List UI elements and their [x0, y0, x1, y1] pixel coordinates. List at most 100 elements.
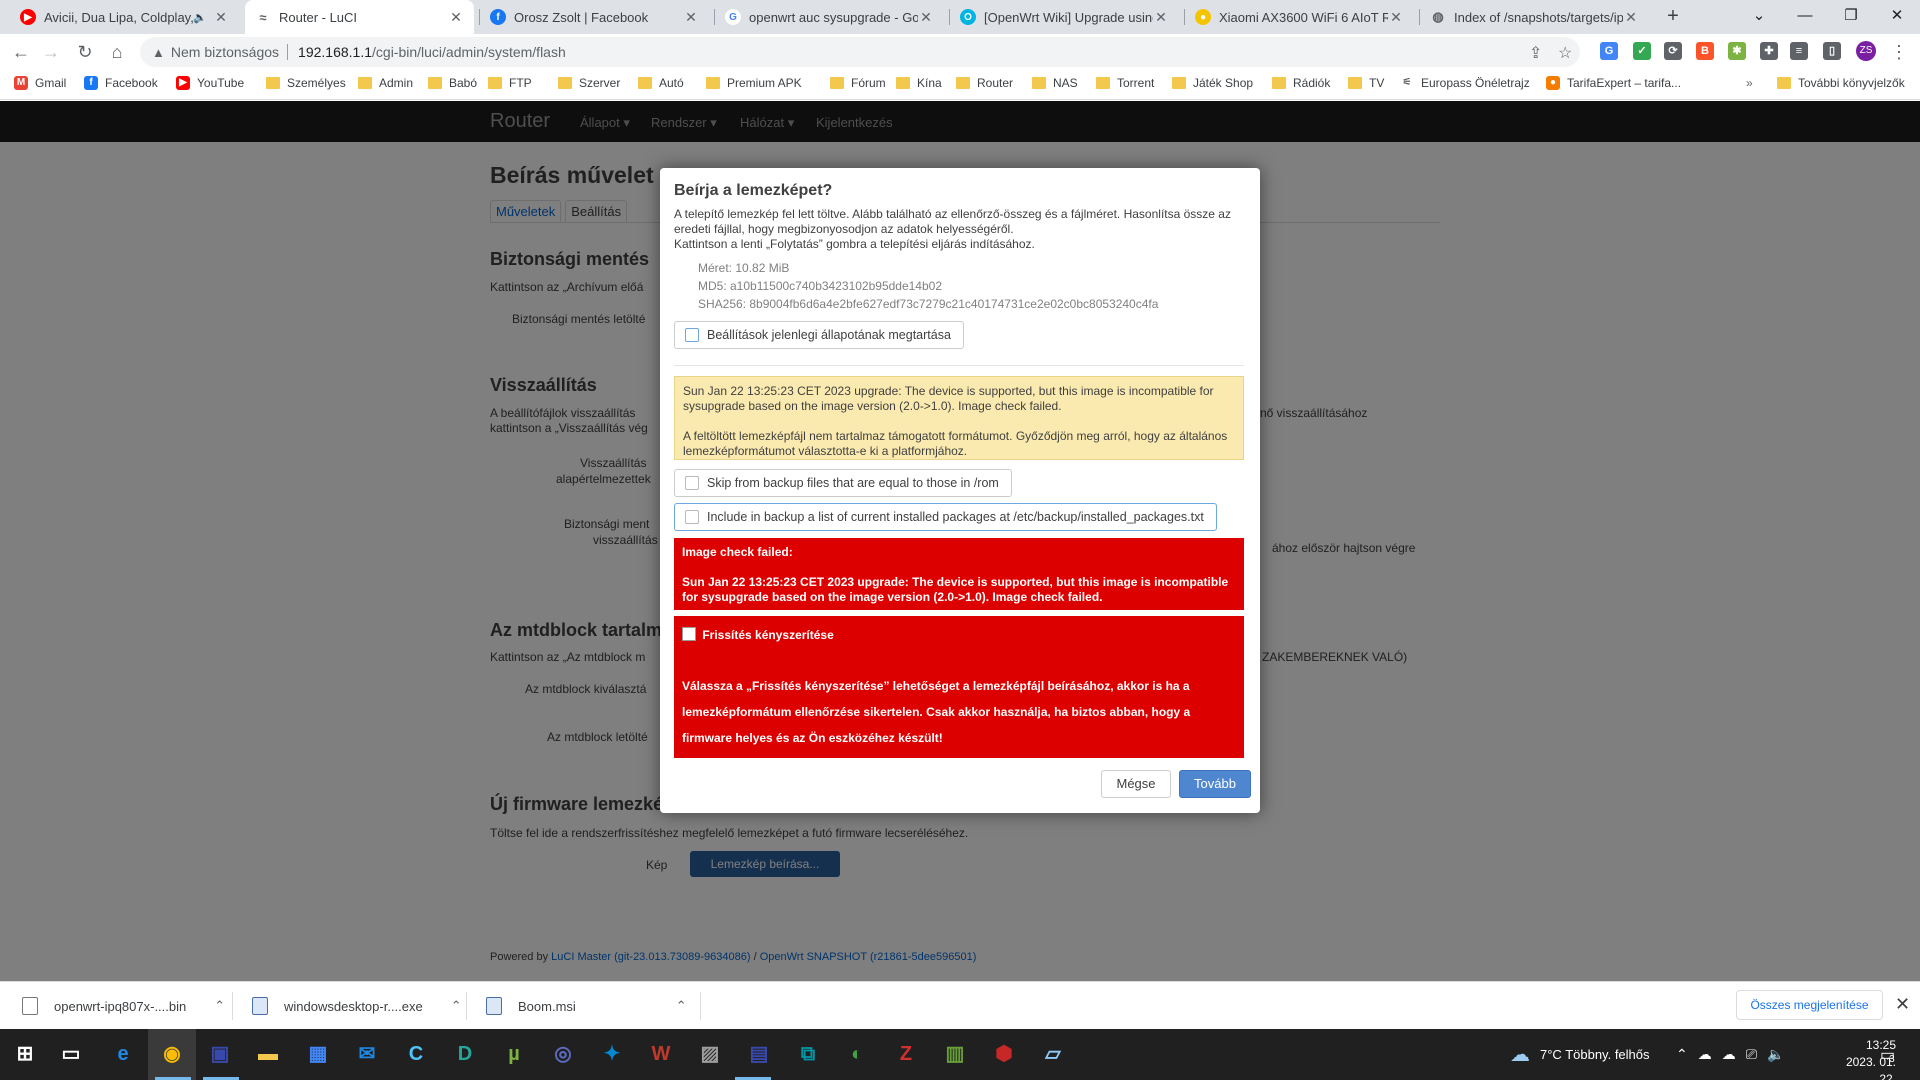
force-upgrade-row[interactable]: Frissítés kényszerítése — [682, 627, 1236, 643]
security-app-icon[interactable]: ⬢ — [991, 1041, 1017, 1067]
address-bar[interactable]: ▲ Nem biztonságos 192.168.1.1/cgi-bin/lu… — [140, 37, 1580, 67]
bookmark-folder[interactable]: Autó — [638, 76, 684, 90]
bookmark-gmail[interactable]: M Gmail — [14, 76, 66, 90]
side-panel-icon[interactable]: ▯ — [1823, 42, 1841, 60]
network-icon[interactable]: ⎚ — [1746, 1046, 1767, 1063]
disk-tool-icon[interactable]: D — [452, 1041, 478, 1067]
force-upgrade-checkbox[interactable] — [682, 627, 696, 641]
bookmark-folder[interactable]: Premium APK — [706, 76, 802, 90]
tab-search-icon[interactable]: ⌄ — [1736, 0, 1782, 34]
translate-extension-icon[interactable]: G — [1600, 42, 1618, 60]
include-packages-box[interactable] — [685, 510, 699, 524]
close-tab-icon[interactable]: ✕ — [1388, 9, 1404, 26]
start-icon[interactable]: ⊞ — [12, 1041, 38, 1067]
bookmark-folder[interactable]: Kína — [896, 76, 942, 90]
other-bookmarks[interactable]: További könyvjelzők — [1777, 76, 1905, 90]
profile-avatar[interactable]: ZS — [1856, 41, 1876, 61]
audio-playing-icon[interactable]: 🔈 — [193, 11, 207, 24]
volume-icon[interactable]: 🔈 — [1767, 1046, 1794, 1063]
bookmark-europass[interactable]: ⚟ Europass Önéletrajz — [1400, 76, 1530, 90]
weather-widget[interactable]: ☁ 7°C Többny. felhős — [1510, 1029, 1650, 1080]
network-tool-icon[interactable]: ✦ — [599, 1041, 625, 1067]
browser-tab[interactable]: Gopenwrt auc sysupgrade - Goog ✕ — [715, 0, 944, 34]
bookmark-folder[interactable]: Babó — [428, 76, 477, 90]
forward-icon[interactable]: → — [38, 40, 64, 66]
cloud-sync-icon[interactable]: ☁ — [1722, 1046, 1746, 1063]
new-tab-button[interactable]: + — [1660, 4, 1686, 30]
bookmark-youtube[interactable]: ▶ YouTube — [176, 76, 244, 90]
close-tab-icon[interactable]: ✕ — [448, 9, 464, 26]
bookmark-folder[interactable]: Fórum — [830, 76, 886, 90]
close-tab-icon[interactable]: ✕ — [213, 9, 229, 26]
onedrive-icon[interactable]: ☁ — [1698, 1046, 1722, 1063]
notepad-icon[interactable]: ▥ — [942, 1041, 968, 1067]
bookmark-folder[interactable]: Admin — [358, 76, 413, 90]
browser-tab[interactable]: ≈ Router - LuCI ✕ — [245, 0, 474, 34]
bookmark-folder[interactable]: Rádiók — [1272, 76, 1330, 90]
browser-2-icon[interactable]: ◐ — [844, 1041, 870, 1067]
skip-backup-checkbox[interactable]: Skip from backup files that are equal to… — [674, 469, 1012, 497]
download-item[interactable]: openwrt-ipq807x-....bin ⌃ — [22, 982, 225, 1030]
vpn-icon[interactable]: ◎ — [550, 1041, 576, 1067]
browser-tab[interactable]: ◍ Index of /snapshots/targets/ipq ✕ — [1420, 0, 1649, 34]
chevron-up-icon[interactable]: ⌃ — [214, 998, 225, 1014]
winrar-icon[interactable]: W — [648, 1041, 674, 1067]
extensions-icon[interactable]: ✚ — [1760, 42, 1778, 60]
bookmarks-overflow-icon[interactable]: » — [1746, 76, 1753, 90]
ccleaner-icon[interactable]: C — [403, 1041, 429, 1067]
browser-tab[interactable]: ▶ Avicii, Dua Lipa, Coldplay, M 🔈 ✕ — [10, 0, 239, 34]
show-all-downloads-button[interactable]: Összes megjelenítése — [1736, 990, 1883, 1020]
include-packages-checkbox[interactable]: Include in backup a list of current inst… — [674, 503, 1217, 531]
puzzle-green-extension-icon[interactable]: ✱ — [1728, 42, 1746, 60]
brave-extension-icon[interactable]: B — [1696, 42, 1714, 60]
chevron-up-icon[interactable]: ⌃ — [676, 998, 687, 1014]
bookmark-facebook[interactable]: f Facebook — [84, 76, 158, 90]
sync-extension-icon[interactable]: ⟳ — [1664, 42, 1682, 60]
file-explorer-icon[interactable]: ▬ — [255, 1041, 281, 1067]
bookmark-folder[interactable]: Személyes — [266, 76, 346, 90]
image-viewer-icon[interactable]: ▨ — [697, 1041, 723, 1067]
keep-settings-box[interactable] — [685, 328, 699, 342]
bookmark-tarifa[interactable]: ● TarifaExpert – tarifa... — [1546, 76, 1681, 90]
bookmark-star-icon[interactable]: ☆ — [1558, 43, 1572, 63]
close-tab-icon[interactable]: ✕ — [918, 9, 934, 26]
editor-icon[interactable]: ▱ — [1040, 1041, 1066, 1067]
close-tab-icon[interactable]: ✕ — [683, 9, 699, 26]
reload-icon[interactable]: ↻ — [72, 40, 98, 66]
save-disk-icon[interactable]: ▣ — [207, 1041, 233, 1067]
task-view-icon[interactable]: ▭ — [58, 1041, 84, 1067]
store-icon[interactable]: ▦ — [305, 1041, 331, 1067]
chevron-up-icon[interactable]: ⌃ — [1676, 1046, 1698, 1063]
download-item[interactable]: windowsdesktop-r....exe ⌃ — [252, 982, 462, 1030]
close-shelf-icon[interactable]: ✕ — [1895, 994, 1910, 1015]
reading-list-icon[interactable]: ≡ — [1790, 42, 1808, 60]
close-tab-icon[interactable]: ✕ — [1623, 9, 1639, 26]
bookmark-folder[interactable]: NAS — [1032, 76, 1078, 90]
chrome-icon[interactable]: ◉ — [159, 1041, 185, 1067]
notifications-button[interactable]: ▭ 3 — [1880, 1029, 1895, 1080]
bookmark-folder[interactable]: TV — [1348, 76, 1384, 90]
continue-button[interactable]: Tovább — [1179, 770, 1251, 798]
keep-settings-checkbox[interactable]: Beállítások jelenlegi állapotának megtar… — [674, 321, 964, 349]
browser-tab[interactable]: ● Xiaomi AX3600 WiFi 6 AIoT Rou ✕ — [1185, 0, 1414, 34]
bookmark-folder[interactable]: FTP — [488, 76, 532, 90]
menu-icon[interactable]: ⋮ — [1886, 40, 1912, 66]
bookmark-folder[interactable]: Játék Shop — [1172, 76, 1253, 90]
edge-icon[interactable]: e — [110, 1041, 136, 1067]
filezilla-icon[interactable]: Z — [893, 1041, 919, 1067]
cancel-button[interactable]: Mégse — [1101, 770, 1171, 798]
mail-icon[interactable]: ✉ — [354, 1041, 380, 1067]
back-icon[interactable]: ← — [8, 40, 34, 66]
bookmark-folder[interactable]: Torrent — [1096, 76, 1154, 90]
system-tray-icons[interactable]: ⌃ ☁ ☁ ⎚ 🔈 — [1676, 1029, 1794, 1080]
app-installer-icon[interactable]: ▤ — [746, 1041, 772, 1067]
share-icon[interactable]: ⇪ — [1529, 43, 1542, 63]
skip-backup-box[interactable] — [685, 476, 699, 490]
remote-desktop-icon[interactable]: ⧉ — [795, 1041, 821, 1067]
restore-button[interactable]: ❐ — [1828, 0, 1874, 34]
utorrent-icon[interactable]: µ — [501, 1041, 527, 1067]
shield-extension-icon[interactable]: ✓ — [1633, 42, 1651, 60]
download-item[interactable]: Boom.msi ⌃ — [486, 982, 687, 1030]
bookmark-folder[interactable]: Router — [956, 76, 1013, 90]
close-tab-icon[interactable]: ✕ — [1153, 9, 1169, 26]
